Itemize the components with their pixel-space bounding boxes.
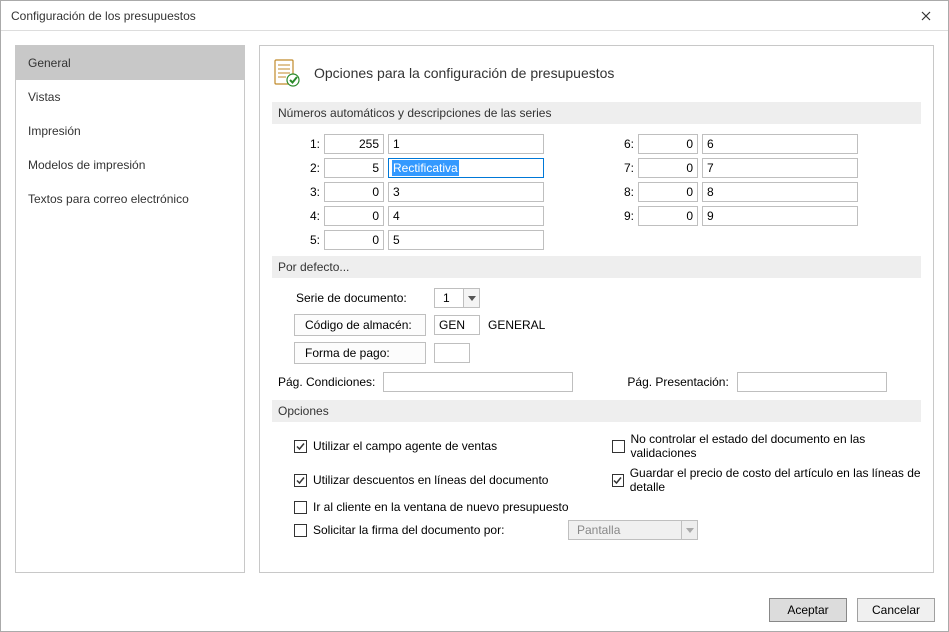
sign-method-value: Pantalla [569,521,681,539]
window-title: Configuración de los presupuestos [11,9,904,23]
section-heading-series: Números automáticos y descripciones de l… [272,102,921,124]
dialog-footer: Aceptar Cancelar [755,588,949,632]
series-num-3[interactable] [324,182,384,202]
series-num-5[interactable] [324,230,384,250]
series-desc-5[interactable] [388,230,544,250]
sidebar-item-modelos[interactable]: Modelos de impresión [16,148,244,182]
series-label: 7: [608,161,638,175]
series-num-9[interactable] [638,206,698,226]
checkbox-icon [612,440,625,453]
checkbox-icon [294,440,307,453]
series-label: 5: [294,233,324,247]
sidebar-item-vistas[interactable]: Vistas [16,80,244,114]
sign-method-dropdown: Pantalla [568,520,698,540]
series-num-4[interactable] [324,206,384,226]
sidebar-item-general[interactable]: General [16,46,244,80]
chk-label: Ir al cliente en la ventana de nuevo pre… [313,500,569,514]
series-desc-3[interactable] [388,182,544,202]
series-label: 3: [294,185,324,199]
chevron-down-icon [681,521,697,539]
chk-label: Utilizar descuentos en líneas del docume… [313,473,548,487]
sidebar-item-label: Vistas [28,90,60,104]
chk-sign[interactable]: Solicitar la firma del documento por: [294,523,594,537]
series-label: 6: [608,137,638,151]
sidebar-item-label: Impresión [28,124,81,138]
chk-discounts[interactable]: Utilizar descuentos en líneas del docume… [294,473,594,487]
series-label: 1: [294,137,324,151]
selected-text: Rectificativa [392,160,459,176]
chk-goto-client[interactable]: Ir al cliente en la ventana de nuevo pre… [294,500,594,514]
chk-label: Guardar el precio de costo del artículo … [630,466,921,494]
chevron-down-icon [463,289,479,307]
titlebar: Configuración de los presupuestos [1,1,948,31]
forma-pago-button[interactable]: Forma de pago: [294,342,426,364]
series-grid: 1: 6: 2: Rectificativa 7: 3: 8: 4: [294,134,921,250]
close-icon [921,11,931,21]
series-label: 8: [608,185,638,199]
document-options-icon [272,58,302,88]
chk-agent[interactable]: Utilizar el campo agente de ventas [294,439,594,453]
sidebar-item-label: Modelos de impresión [28,158,145,172]
series-desc-6[interactable] [702,134,858,154]
chk-label: Solicitar la firma del documento por: [313,523,504,537]
pag-presentacion-input[interactable] [737,372,887,392]
serie-label: Serie de documento: [294,291,426,305]
series-num-8[interactable] [638,182,698,202]
sidebar-item-label: General [28,56,71,70]
series-desc-2[interactable]: Rectificativa [388,158,544,178]
accept-button[interactable]: Aceptar [769,598,847,622]
series-label: 4: [294,209,324,223]
sidebar-item-label: Textos para correo electrónico [28,192,189,206]
serie-dropdown[interactable]: 1 [434,288,480,308]
almacen-code-input[interactable] [434,315,480,335]
chk-save-cost[interactable]: Guardar el precio de costo del artículo … [612,466,921,494]
sidebar: General Vistas Impresión Modelos de impr… [15,45,245,573]
almacen-button[interactable]: Código de almacén: [294,314,426,336]
series-num-1[interactable] [324,134,384,154]
series-desc-8[interactable] [702,182,858,202]
checkbox-icon [294,501,307,514]
series-desc-4[interactable] [388,206,544,226]
pag-condiciones-input[interactable] [383,372,573,392]
series-desc-1[interactable] [388,134,544,154]
main-panel: Opciones para la configuración de presup… [259,45,934,573]
series-num-2[interactable] [324,158,384,178]
checkbox-icon [294,524,307,537]
checkbox-icon [612,474,624,487]
pag-presentacion-label: Pág. Presentación: [627,375,728,389]
checkbox-icon [294,474,307,487]
chk-label: Utilizar el campo agente de ventas [313,439,497,453]
close-button[interactable] [904,1,948,31]
series-num-7[interactable] [638,158,698,178]
section-heading-defaults: Por defecto... [272,256,921,278]
series-label: 2: [294,161,324,175]
panel-header: Opciones para la configuración de presup… [272,58,921,88]
sidebar-item-textos-correo[interactable]: Textos para correo electrónico [16,182,244,216]
pag-condiciones-label: Pág. Condiciones: [278,375,375,389]
series-label: 9: [608,209,638,223]
sidebar-item-impresion[interactable]: Impresión [16,114,244,148]
series-num-6[interactable] [638,134,698,154]
almacen-name: GENERAL [488,318,545,332]
cancel-button[interactable]: Cancelar [857,598,935,622]
series-desc-7[interactable] [702,158,858,178]
chk-no-control[interactable]: No controlar el estado del documento en … [612,432,921,460]
section-heading-options: Opciones [272,400,921,422]
serie-value: 1 [435,289,463,307]
panel-title: Opciones para la configuración de presup… [314,65,614,81]
series-desc-9[interactable] [702,206,858,226]
forma-pago-input[interactable] [434,343,470,363]
chk-label: No controlar el estado del documento en … [631,432,922,460]
